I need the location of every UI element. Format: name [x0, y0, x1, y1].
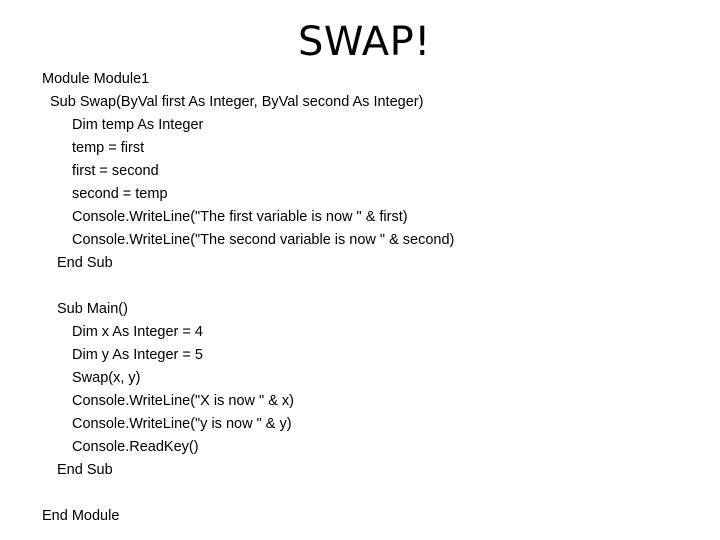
code-line: temp = first: [72, 140, 145, 156]
code-line: Dim x As Integer = 4: [72, 324, 203, 340]
code-line: Dim temp As Integer: [72, 117, 204, 133]
slide-title: SWAP!: [298, 19, 431, 65]
code-line: Dim y As Integer = 5: [72, 347, 203, 363]
code-line: End Sub: [57, 462, 113, 478]
code-line: first = second: [72, 163, 159, 179]
code-line: Console.WriteLine("The second variable i…: [72, 232, 455, 248]
code-line: End Sub: [57, 255, 113, 271]
code-line: Sub Swap(ByVal first As Integer, ByVal s…: [50, 94, 424, 110]
code-line: Swap(x, y): [72, 370, 141, 386]
code-line: End Module: [42, 508, 120, 524]
code-line: Console.ReadKey(): [72, 439, 199, 455]
code-line: Console.WriteLine("The first variable is…: [72, 209, 408, 225]
code-line: Console.WriteLine("X is now " & x): [72, 393, 294, 409]
code-line: second = temp: [72, 186, 168, 202]
code-line: Module Module1: [42, 71, 150, 87]
code-line: Sub Main(): [57, 301, 128, 317]
code-line: Console.WriteLine("y is now " & y): [72, 416, 292, 432]
